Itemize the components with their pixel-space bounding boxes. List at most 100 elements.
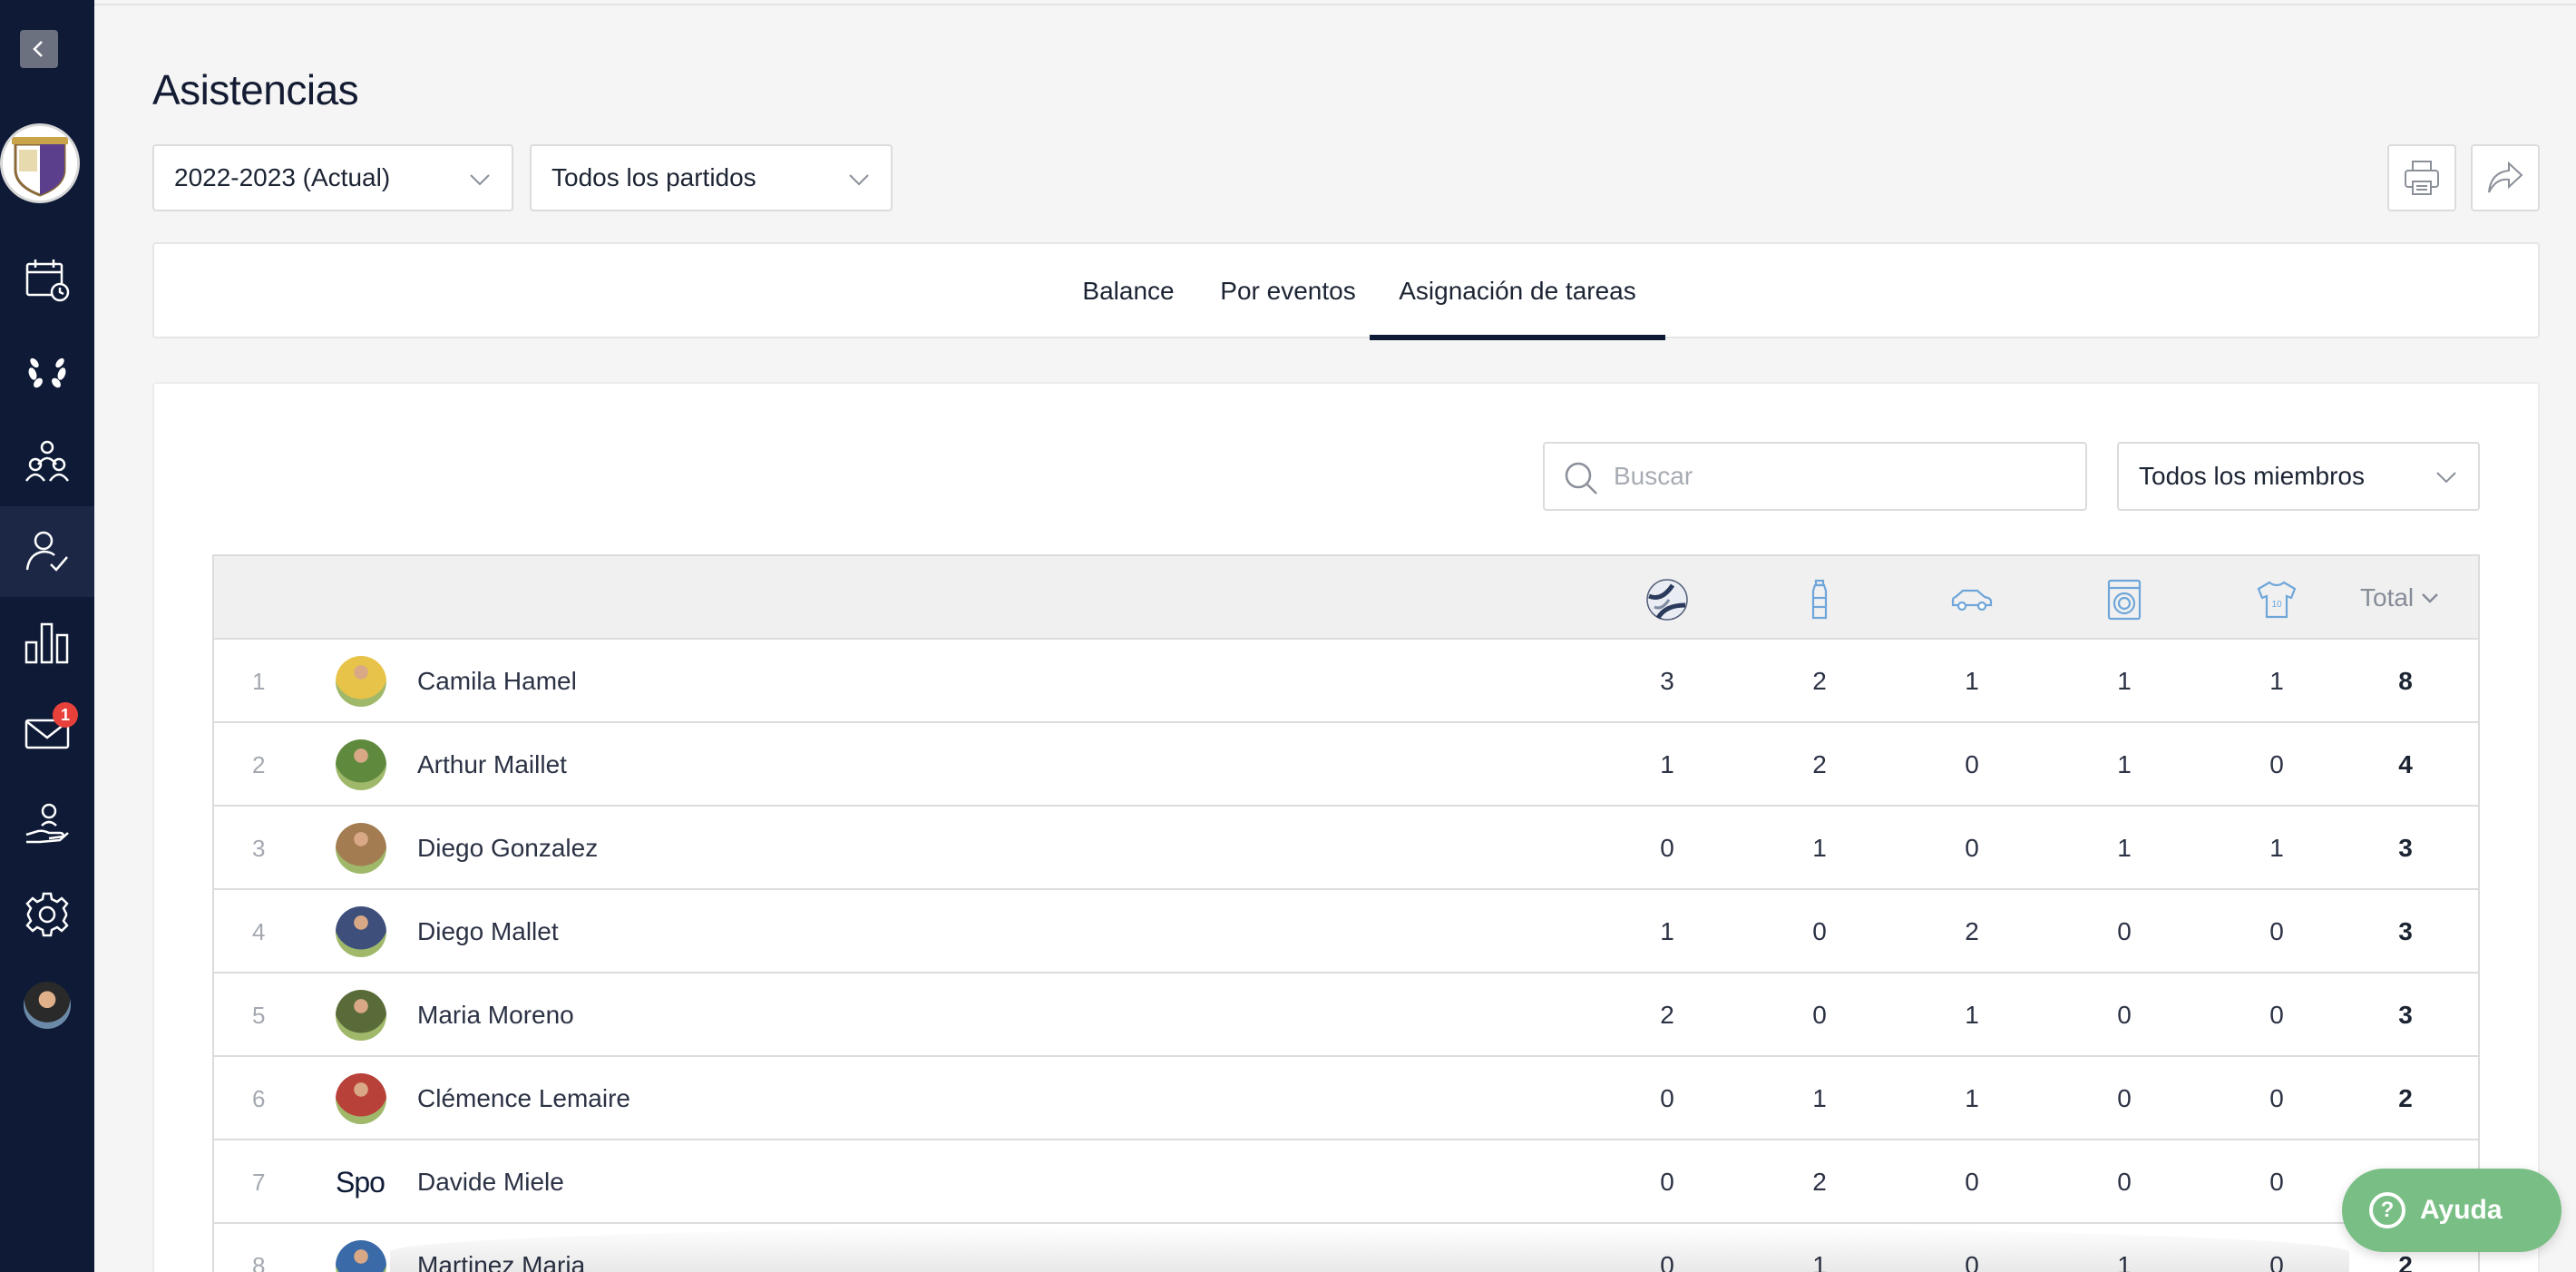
car-icon xyxy=(1951,589,1993,612)
matches-select-value: Todos los partidos xyxy=(551,163,756,191)
task-count-cell: 3 xyxy=(1660,667,1674,695)
member-name[interactable]: Martinez Maria xyxy=(417,1224,585,1272)
task-count-cell: 1 xyxy=(2269,667,2284,695)
chevron-down-icon xyxy=(470,174,490,186)
task-count-cell: 0 xyxy=(2117,1168,2132,1196)
task-count-cell: 0 xyxy=(1812,917,1827,945)
club-logo[interactable] xyxy=(0,123,80,203)
share-button[interactable] xyxy=(2471,144,2540,211)
table-row[interactable]: 2 Arthur Maillet 1 2 0 1 0 4 xyxy=(214,723,2478,807)
avatar: Spo xyxy=(336,1165,385,1199)
sidebar-item-attendance[interactable] xyxy=(0,506,94,597)
top-divider xyxy=(94,4,2576,5)
table-header: 10 Total xyxy=(214,556,2478,640)
matches-select[interactable]: Todos los partidos xyxy=(530,144,893,211)
task-count-cell: 0 xyxy=(1660,1251,1674,1272)
task-count-cell: 0 xyxy=(1812,1001,1827,1029)
tab-asignacion-de-tareas[interactable]: Asignación de tareas xyxy=(1370,244,1665,340)
column-water[interactable] xyxy=(1794,576,1845,623)
collapse-sidebar-button[interactable] xyxy=(20,30,58,68)
table-row[interactable]: 4 Diego Mallet 1 0 2 0 0 3 xyxy=(214,890,2478,974)
table-row[interactable]: 7 Spo Davide Miele 0 2 0 0 0 xyxy=(214,1140,2478,1224)
water-bottle-icon xyxy=(1811,579,1828,620)
task-count-cell: 0 xyxy=(2117,1084,2132,1112)
sidebar-item-calendar[interactable] xyxy=(0,234,94,325)
task-count-cell: 2 xyxy=(1812,750,1827,778)
task-count-cell: 1 xyxy=(2117,750,2132,778)
task-count-cell: 0 xyxy=(1965,750,1979,778)
tab-balance[interactable]: Balance xyxy=(1061,244,1195,338)
members-select-value: Todos los miembros xyxy=(2139,462,2365,490)
search-field[interactable] xyxy=(1543,442,2087,511)
row-rank: 7 xyxy=(252,1168,266,1196)
task-count-cell: 0 xyxy=(1660,1084,1674,1112)
row-rank: 5 xyxy=(252,1001,266,1029)
svg-text:10: 10 xyxy=(2271,600,2282,610)
table-row[interactable]: 3 Diego Gonzalez 0 1 0 1 1 3 xyxy=(214,807,2478,890)
sidebar: 1 xyxy=(0,0,94,1272)
jersey-icon: 10 xyxy=(2257,581,2297,619)
task-count-cell: 0 xyxy=(2269,1251,2284,1272)
help-label: Ayuda xyxy=(2420,1195,2503,1225)
sidebar-item-messages[interactable]: 1 xyxy=(0,688,94,778)
season-select[interactable]: 2022-2023 (Actual) xyxy=(152,144,513,211)
member-name[interactable]: Diego Mallet xyxy=(417,890,559,974)
sidebar-item-stats[interactable] xyxy=(0,597,94,688)
members-select[interactable]: Todos los miembros xyxy=(2117,442,2480,511)
task-count-cell: 0 xyxy=(1660,834,1674,862)
member-name[interactable]: Arthur Maillet xyxy=(417,723,567,807)
attendance-icon xyxy=(25,531,68,572)
stats-chart-icon xyxy=(24,622,69,664)
sidebar-item-competitions[interactable] xyxy=(0,325,94,416)
tasks-table: 10 Total 1 Camila Hamel 3 2 1 1 1 8 2 Arthur Mail… xyxy=(212,554,2480,1272)
total-header-label: Total xyxy=(2360,583,2415,612)
row-rank: 8 xyxy=(252,1251,266,1272)
avatar xyxy=(336,823,386,874)
column-laundry[interactable] xyxy=(2099,576,2150,623)
column-ball[interactable] xyxy=(1642,576,1693,623)
total-cell: 2 xyxy=(2398,1084,2413,1112)
avatar xyxy=(336,1073,386,1124)
task-count-cell: 1 xyxy=(1660,917,1674,945)
row-rank: 3 xyxy=(252,834,266,862)
help-button[interactable]: ? Ayuda xyxy=(2342,1169,2561,1252)
table-body: 1 Camila Hamel 3 2 1 1 1 8 2 Arthur Maillet 1 2 0 1 0 4… xyxy=(214,640,2478,1272)
chevron-down-icon xyxy=(2436,472,2456,484)
sidebar-item-volunteering[interactable] xyxy=(0,778,94,869)
member-name[interactable]: Davide Miele xyxy=(417,1140,564,1224)
task-count-cell: 1 xyxy=(1812,1251,1827,1272)
task-count-cell: 1 xyxy=(1660,750,1674,778)
total-cell: 3 xyxy=(2398,1001,2413,1029)
table-row[interactable]: 5 Maria Moreno 2 0 1 0 0 3 xyxy=(214,974,2478,1057)
member-name[interactable]: Maria Moreno xyxy=(417,974,574,1057)
total-cell: 4 xyxy=(2398,750,2413,778)
sidebar-item-profile[interactable] xyxy=(0,960,94,1051)
chevron-left-icon xyxy=(33,41,43,57)
tab-por-eventos[interactable]: Por eventos xyxy=(1199,244,1377,338)
member-name[interactable]: Clémence Lemaire xyxy=(417,1057,630,1140)
table-row[interactable]: 8 Martinez Maria 0 1 0 1 0 2 xyxy=(214,1224,2478,1272)
member-name[interactable]: Camila Hamel xyxy=(417,640,577,723)
total-column-sort[interactable]: Total xyxy=(2360,556,2441,640)
task-count-cell: 2 xyxy=(1660,1001,1674,1029)
column-jersey[interactable]: 10 xyxy=(2251,576,2302,623)
member-name[interactable]: Diego Gonzalez xyxy=(417,807,598,890)
task-count-cell: 1 xyxy=(1965,667,1979,695)
task-count-cell: 2 xyxy=(1812,1168,1827,1196)
laurel-icon xyxy=(28,357,66,388)
task-count-cell: 1 xyxy=(1812,1084,1827,1112)
table-row[interactable]: 1 Camila Hamel 3 2 1 1 1 8 xyxy=(214,640,2478,723)
total-cell: 8 xyxy=(2398,667,2413,695)
column-car[interactable] xyxy=(1947,576,1997,623)
sidebar-item-team[interactable] xyxy=(0,416,94,506)
print-button[interactable] xyxy=(2387,144,2456,211)
search-input[interactable] xyxy=(1614,451,2067,502)
avatar xyxy=(336,739,386,790)
sidebar-item-settings[interactable] xyxy=(0,869,94,960)
calendar-clock-icon xyxy=(25,259,70,302)
task-count-cell: 1 xyxy=(1965,1084,1979,1112)
table-row[interactable]: 6 Clémence Lemaire 0 1 1 0 0 2 xyxy=(214,1057,2478,1140)
share-arrow-icon xyxy=(2488,161,2523,193)
settings-gear-icon xyxy=(25,892,69,937)
user-avatar xyxy=(24,982,71,1029)
